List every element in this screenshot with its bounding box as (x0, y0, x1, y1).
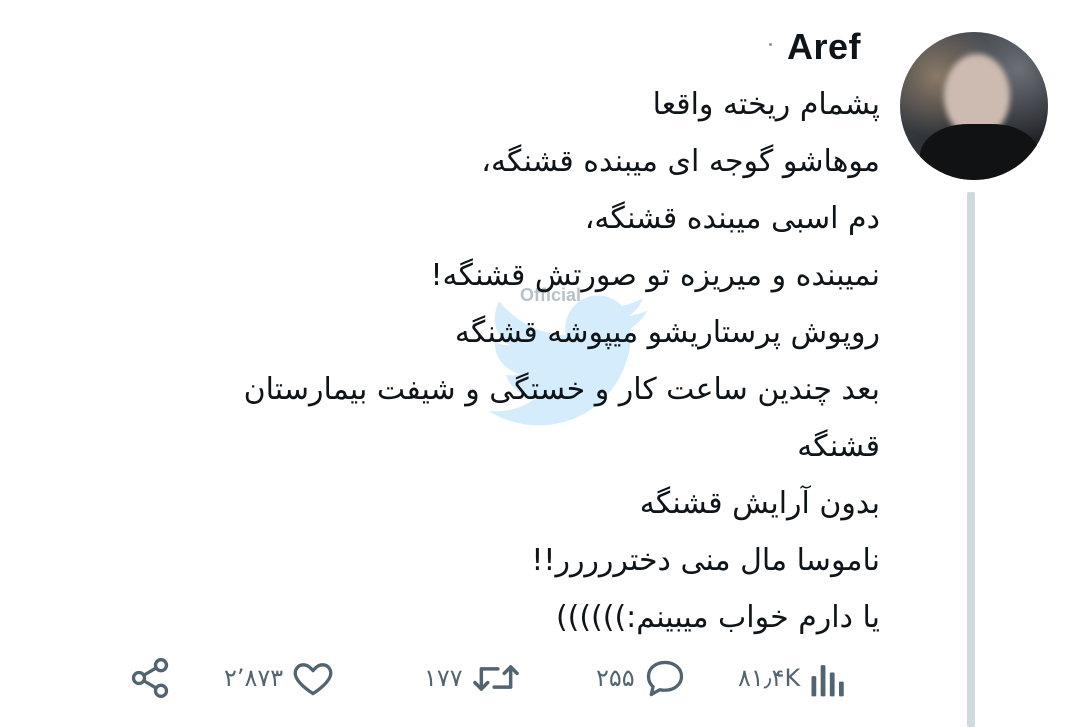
reply-icon (646, 660, 683, 697)
tweet-line: موهاشو گوجه ای میبنده قشنگه، (481, 144, 880, 179)
tweet-line: قشنگه (797, 429, 880, 464)
retweet-icon (472, 665, 519, 691)
tweet-line: ناموسا مال منی دختررررر!! (531, 543, 880, 578)
reply-count: ۲۵۵ (596, 664, 635, 692)
views-button[interactable]: ۸۱٫۴K (738, 650, 848, 706)
share-button[interactable] (128, 650, 172, 706)
analytics-icon (811, 665, 844, 697)
views-count: ۸۱٫۴K (738, 664, 801, 692)
tweet-line: بعد چندین ساعت کار و خستگی و شیفت بیمارس… (243, 372, 880, 407)
separator-dot (769, 43, 772, 46)
like-button[interactable]: ۲٬۸۷۳ (224, 650, 335, 706)
avatar[interactable] (900, 32, 1048, 180)
reply-button[interactable]: ۲۵۵ (596, 650, 687, 706)
avatar-body (920, 124, 1040, 180)
retweet-count: ۱۷۷ (424, 664, 463, 692)
tweet-line: روپوش پرستاریشو میپوشه قشنگه (454, 315, 880, 350)
heart-icon (293, 663, 333, 696)
share-icon (131, 658, 169, 698)
tweet-line: بدون آرایش قشنگه (639, 486, 880, 521)
tweet-actions: ۲٬۸۷۳ ۱۷۷ ۲۵۵ ۸۱٫۴K (0, 650, 1080, 710)
retweet-button[interactable]: ۱۷۷ (424, 650, 521, 706)
like-count: ۲٬۸۷۳ (224, 664, 284, 692)
tweet-line: نمیبنده و میریزه تو صورتش قشنگه! (430, 258, 880, 293)
author-name[interactable]: Aref (787, 26, 861, 68)
tweet-line: دم اسبی میبنده قشنگه، (584, 201, 880, 236)
tweet-line: یا دارم خواب میبینم:)))))) (555, 600, 880, 635)
thread-line (967, 192, 975, 727)
tweet-line: پشمام ریخته واقعا (652, 87, 880, 122)
tweet-text: پشمام ریخته واقعا موهاشو گوجه ای میبنده … (120, 76, 880, 646)
